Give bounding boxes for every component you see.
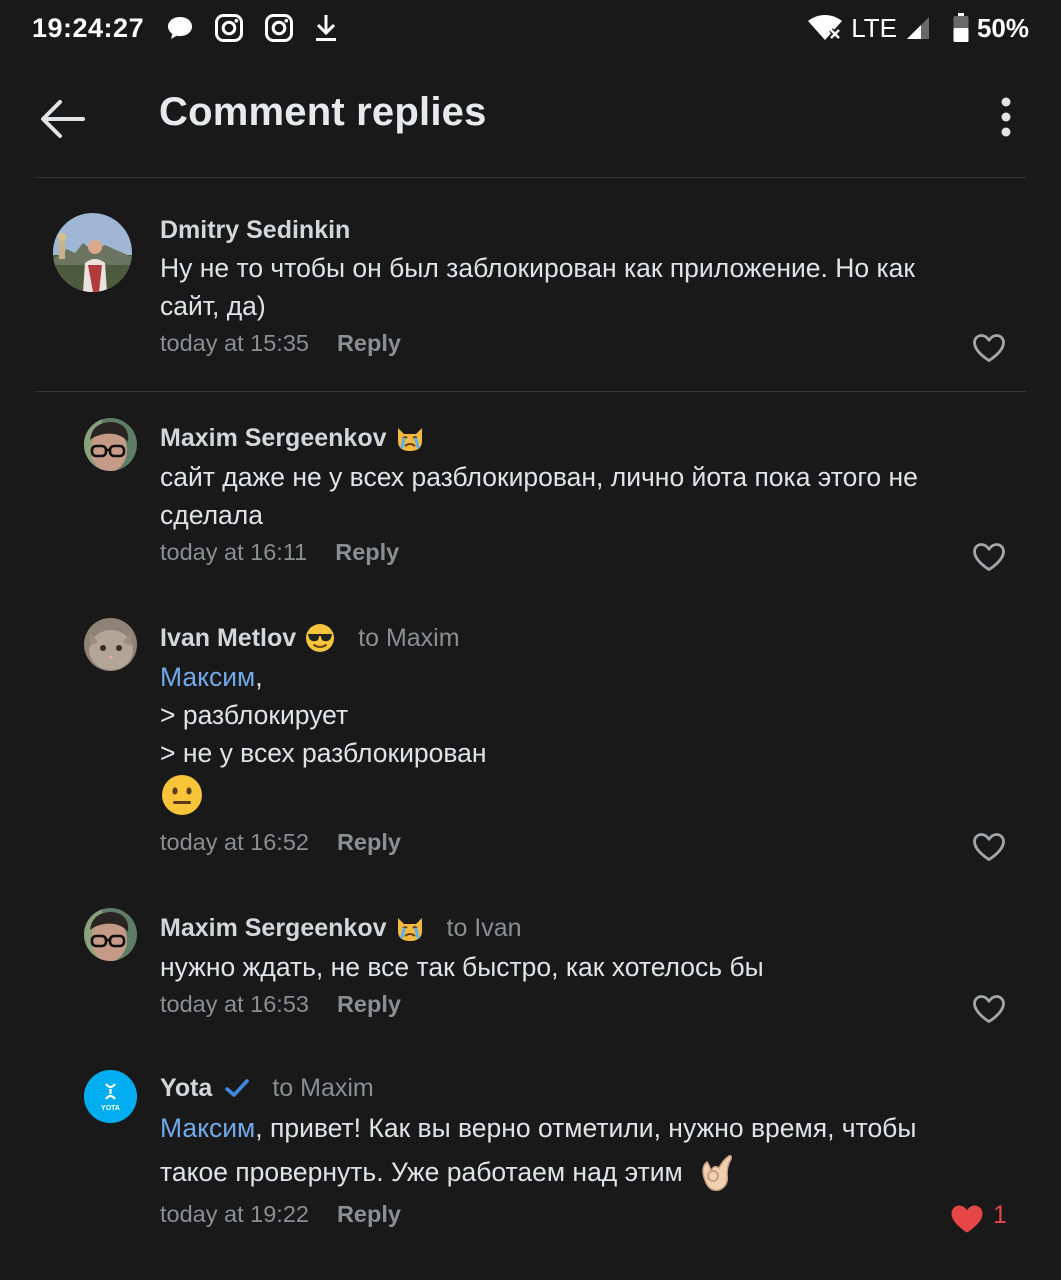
user-mention[interactable]: Максим [160, 1113, 255, 1143]
back-button[interactable] [36, 93, 88, 145]
crying-cat-emoji-icon [395, 914, 425, 942]
sunglasses-emoji-icon [304, 622, 336, 654]
avatar[interactable]: YOTA [84, 1070, 137, 1123]
system-icons: LTE 50% [807, 13, 1029, 44]
author-name[interactable]: Maxim Sergeenkov [160, 424, 387, 453]
neutral-face-emoji-icon [162, 775, 202, 815]
network-type: LTE [851, 12, 897, 43]
comment-meta: today at 16:52 Reply [160, 829, 401, 856]
verified-check-icon [224, 1077, 250, 1099]
header-divider [35, 177, 1026, 178]
reply-button[interactable]: Reply [335, 539, 399, 566]
like-button[interactable] [972, 993, 1008, 1025]
comment-timestamp: today at 16:52 [160, 829, 309, 855]
comment-timestamp: today at 15:35 [160, 330, 309, 356]
comment-text-line: нужно ждать, не все так быстро, как хоте… [160, 952, 764, 982]
author-name[interactable]: Maxim Sergeenkov [160, 914, 387, 943]
author-name[interactable]: Dmitry Sedinkin [160, 216, 350, 245]
comment-text-line: сделала [160, 500, 263, 530]
battery-icon [953, 13, 969, 43]
comment-text-fragment: такое провернуть. Уже работаем над этим [160, 1157, 683, 1187]
comment-text-fragment: , привет! Как вы верно отметили, нужно в… [255, 1113, 917, 1143]
heart-outline-icon [973, 833, 1005, 861]
like-button[interactable] [972, 831, 1008, 863]
reply-to-label[interactable]: to Maxim [358, 624, 459, 653]
comment-emoji-line [160, 772, 1010, 818]
comment-text: Максим, > разблокирует > не у всех разбл… [160, 658, 1010, 818]
comment-timestamp: today at 16:53 [160, 991, 309, 1017]
instagram-icon [214, 13, 244, 43]
app-header: Comment replies [0, 60, 1061, 178]
avatar[interactable] [53, 213, 132, 292]
comment-meta: today at 15:35 Reply [160, 330, 401, 357]
comment-meta: today at 19:22 Reply [160, 1201, 401, 1228]
heart-outline-icon [973, 334, 1005, 362]
crying-cat-emoji-icon [395, 424, 425, 452]
reply-to-label[interactable]: to Maxim [272, 1074, 373, 1103]
comment-author-line: Dmitry Sedinkin [160, 214, 350, 246]
instagram-icon [264, 13, 294, 43]
author-name[interactable]: Yota [160, 1074, 212, 1103]
comment-author-line: Maxim Sergeenkov to Ivan [160, 912, 522, 944]
comment-text-fragment: , [255, 662, 263, 692]
page-title: Comment replies [159, 90, 487, 134]
like-button[interactable] [972, 541, 1008, 573]
comment-text-line: сайт, да) [160, 291, 266, 321]
wifi-icon [807, 14, 843, 42]
comment-text: нужно ждать, не все так быстро, как хоте… [160, 948, 1010, 986]
more-vertical-icon [1001, 97, 1011, 137]
like-count: 1 [993, 1201, 1007, 1229]
reply-to-label[interactable]: to Ivan [447, 914, 522, 943]
comment-author-line: Ivan Metlov to Maxim [160, 622, 460, 654]
comment-meta: today at 16:53 Reply [160, 991, 401, 1018]
avatar[interactable] [84, 618, 137, 671]
comment-author-line: Yota to Maxim [160, 1072, 374, 1104]
avatar[interactable] [84, 908, 137, 961]
user-mention[interactable]: Максим [160, 662, 255, 692]
status-bar: 19:24:27 LTE 50% [0, 0, 1061, 56]
comment-author-line: Maxim Sergeenkov [160, 422, 425, 454]
comment-text: сайт даже не у всех разблокирован, лично… [160, 458, 1010, 534]
comment-text-line: сайт даже не у всех разблокирован, лично… [160, 462, 918, 492]
yota-logo-text: YOTA [101, 1105, 120, 1112]
battery-percent: 50% [976, 12, 1029, 43]
signal-icon [905, 15, 931, 41]
heart-outline-icon [973, 543, 1005, 571]
download-icon [314, 13, 338, 43]
notification-icons [166, 13, 338, 43]
avatar[interactable] [84, 418, 137, 471]
comment-timestamp: today at 19:22 [160, 1201, 309, 1227]
comment-text-line: Ну не то чтобы он был заблокирован как п… [160, 253, 916, 283]
like-button[interactable] [972, 332, 1008, 364]
reply-button[interactable]: Reply [337, 1201, 401, 1228]
more-options-button[interactable] [981, 92, 1031, 142]
reply-button[interactable]: Reply [337, 991, 401, 1018]
comment-text-line: > не у всех разблокирован [160, 738, 487, 768]
thread-divider [35, 391, 1026, 392]
ok-hand-emoji-icon [697, 1150, 737, 1194]
comment-text-line: Максим, привет! Как вы верно отметили, н… [160, 1106, 1010, 1150]
like-button[interactable] [950, 1203, 986, 1235]
comment-text: Максим, привет! Как вы верно отметили, н… [160, 1106, 1010, 1194]
comment-timestamp: today at 16:11 [160, 539, 308, 565]
author-name[interactable]: Ivan Metlov [160, 624, 296, 653]
reply-button[interactable]: Reply [337, 829, 401, 856]
reply-button[interactable]: Reply [337, 330, 401, 357]
heart-filled-icon [951, 1205, 983, 1233]
comment-text: Ну не то чтобы он был заблокирован как п… [160, 249, 1010, 325]
comment-text-line: такое провернуть. Уже работаем над этим [160, 1150, 1010, 1194]
arrow-left-icon [41, 100, 85, 138]
comment-meta: today at 16:11 Reply [160, 539, 399, 566]
comment-text-line: Максим, [160, 658, 1010, 696]
heart-outline-icon [973, 995, 1005, 1023]
status-time: 19:24:27 [32, 12, 145, 43]
comment-text-line: > разблокирует [160, 700, 349, 730]
chat-bubble-icon [166, 15, 194, 41]
